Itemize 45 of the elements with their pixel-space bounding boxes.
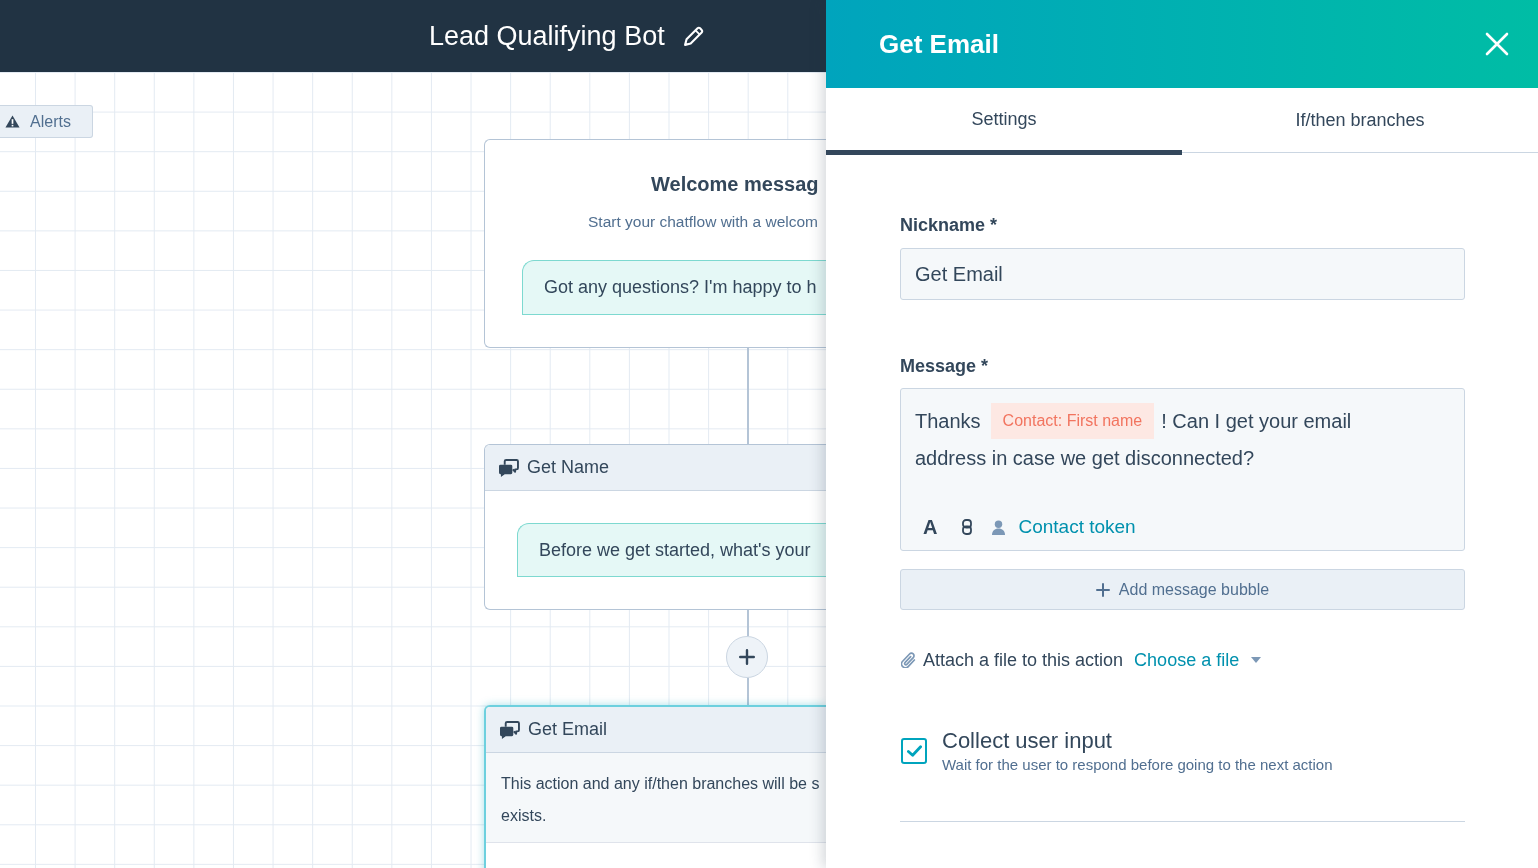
plus-icon: [1095, 582, 1110, 597]
caret-icon: [1251, 657, 1262, 663]
check-icon: [906, 745, 922, 757]
alerts-button[interactable]: Alerts: [0, 105, 93, 138]
field-label: Message *: [900, 355, 990, 377]
checkbox[interactable]: [901, 738, 927, 764]
add-bubble-button[interactable]: Add message bubble: [900, 569, 1465, 610]
field-label: Nickname *: [900, 214, 999, 236]
message-text: Thanks Contact: First name ! Can I get your email address in case we get disconnected?: [915, 403, 1400, 477]
message-bubble: Got any questions? I'm happy to h: [522, 260, 826, 315]
attach-label: Attach a file to this action: [923, 649, 1124, 671]
action-card[interactable]: Get Email This action and any if/then branches will be s exists.: [484, 705, 826, 868]
card-subtitle: Start your chatflow with a welcom: [588, 212, 819, 232]
card-title: Welcome messag: [651, 172, 820, 197]
connector-line: [747, 678, 749, 705]
pencil-icon[interactable]: [683, 26, 704, 46]
card-title: Get Email: [528, 719, 608, 740]
close-icon: [1485, 32, 1509, 56]
panel-title: Get Email: [879, 28, 999, 60]
link-icon[interactable]: [962, 519, 973, 535]
person-icon: [992, 519, 1006, 535]
contact-token-chip: Contact: First name: [990, 403, 1155, 439]
nickname-input[interactable]: Get Email: [900, 248, 1465, 300]
card-title: Get Name: [527, 457, 610, 478]
choose-file-dropdown[interactable]: Choose a file: [1134, 649, 1262, 671]
add-step-button[interactable]: [726, 636, 768, 678]
message-field[interactable]: Thanks Contact: First name ! Can I get your email address in case we get disconnected? A Contact token: [900, 388, 1465, 551]
notice-text: This action and any if/then branches will be s: [501, 774, 821, 794]
option-title: Collect user input: [942, 729, 1113, 753]
paperclip-icon: [901, 652, 916, 668]
tab[interactable]: Settings: [826, 88, 1182, 155]
text-format-button[interactable]: A: [923, 515, 938, 539]
action-card[interactable]: Get Name Before we get started, what's your: [484, 444, 826, 610]
welcome-card[interactable]: Welcome messag Start your chatflow with a welcom Got any questions? I'm happy to h: [484, 139, 826, 348]
contact-token-button[interactable]: Contact token: [992, 516, 1136, 538]
warning-icon: [5, 115, 20, 128]
plus-icon: [739, 649, 755, 665]
message-bubble: Before we get started, what's your: [517, 523, 826, 577]
tab[interactable]: If/then branches: [1182, 88, 1538, 153]
bot-title: Lead Qualifying Bot: [429, 20, 665, 52]
chat-bubbles-icon: [498, 458, 519, 477]
option-description: Wait for the user to respond before going to the next action: [942, 755, 1333, 775]
chat-bubbles-icon: [499, 720, 520, 739]
notice-text: exists.: [501, 806, 548, 826]
connector-line: [747, 609, 749, 636]
